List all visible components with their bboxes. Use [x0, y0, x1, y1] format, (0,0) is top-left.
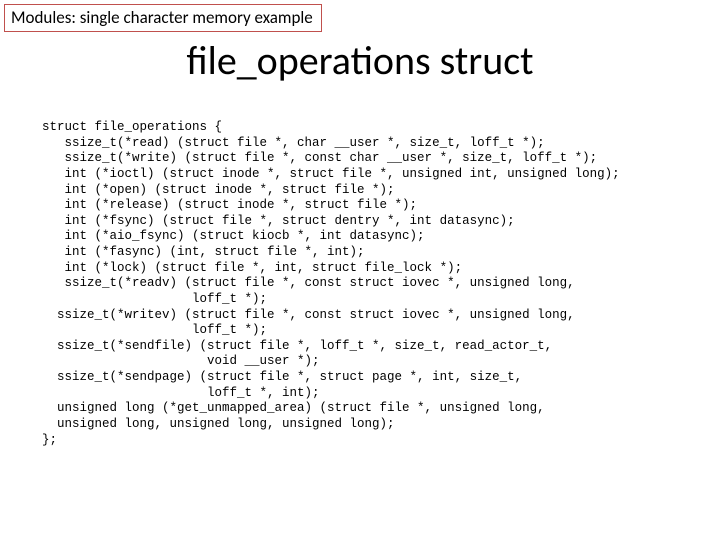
code-block: struct file_operations { ssize_t(*read) … — [42, 120, 678, 448]
module-tag-text: Modules: single character memory example — [11, 7, 313, 28]
slide-title: file_operations struct — [0, 36, 720, 85]
module-tag-box: Modules: single character memory example — [4, 4, 322, 32]
slide: Modules: single character memory example… — [0, 0, 720, 540]
